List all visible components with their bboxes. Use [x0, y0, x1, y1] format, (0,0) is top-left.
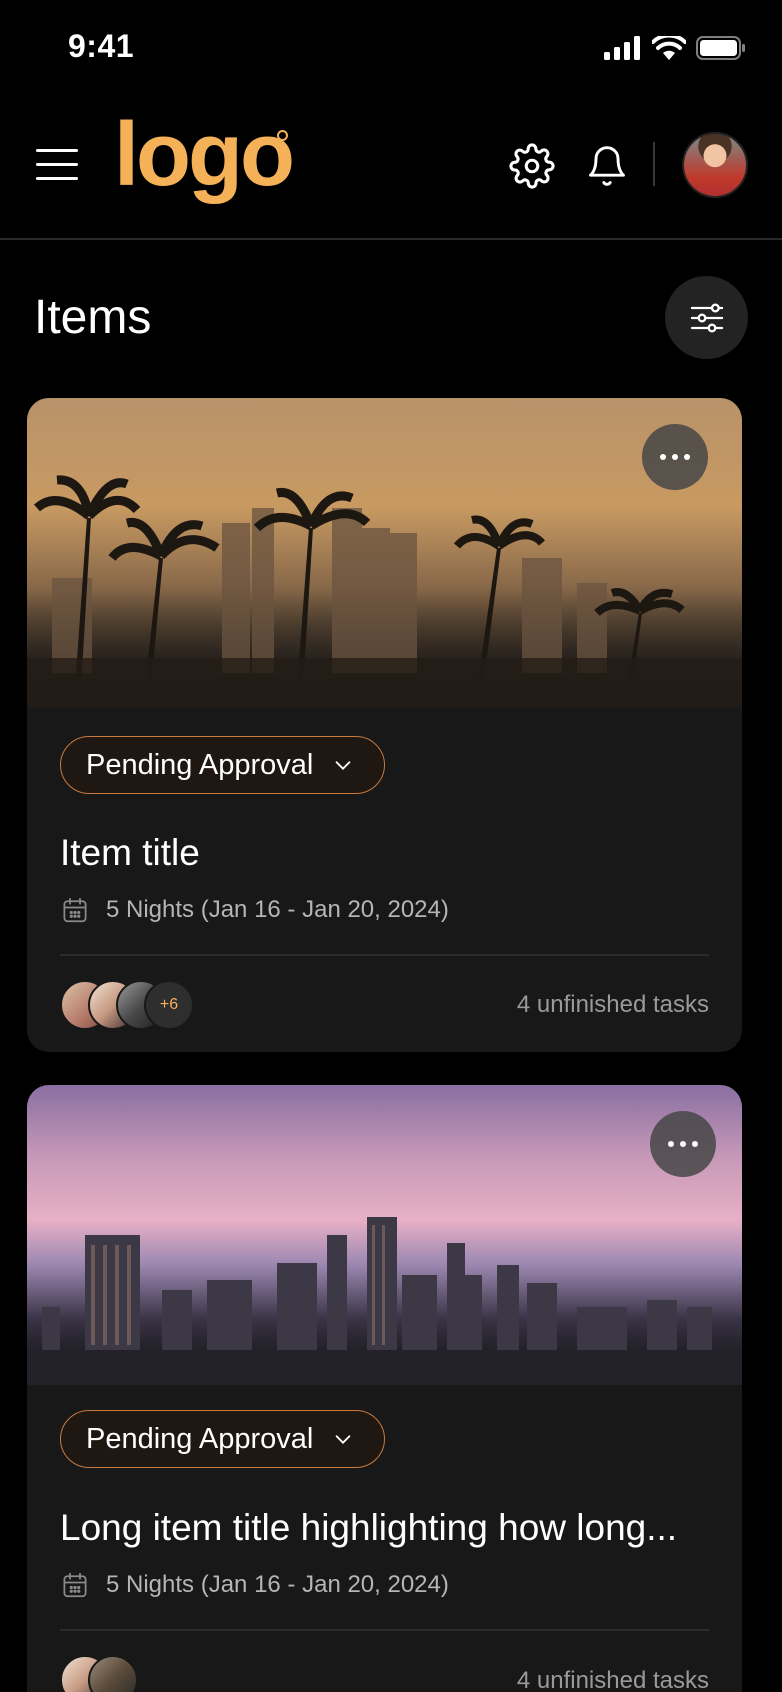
- sliders-icon: [690, 303, 723, 332]
- page-title: Items: [34, 291, 152, 344]
- notifications-button[interactable]: [582, 141, 632, 191]
- card-title[interactable]: Long item title highlighting how long...: [60, 1507, 677, 1549]
- app-header: logo: [0, 96, 782, 240]
- logo[interactable]: logo: [114, 110, 295, 200]
- chevron-down-icon: [335, 1435, 351, 1444]
- card-divider: [60, 1629, 709, 1631]
- card-divider: [60, 954, 709, 956]
- status-label: Pending Approval: [86, 748, 314, 781]
- hamburger-menu-icon: [36, 149, 78, 152]
- header-divider: [653, 142, 655, 186]
- member-avatars[interactable]: +6: [60, 980, 194, 1030]
- battery-icon: [696, 36, 745, 60]
- more-options-button[interactable]: [642, 424, 708, 490]
- extra-members-count: +6: [144, 980, 194, 1030]
- gear-icon: [509, 143, 555, 189]
- city-skyline-illustration: [27, 475, 742, 708]
- card-image-miami: [27, 1085, 742, 1385]
- card-image-los-angeles: [27, 398, 742, 708]
- member-avatar: [88, 1655, 138, 1692]
- settings-button[interactable]: [507, 141, 557, 191]
- status-time: 9:41: [68, 28, 135, 64]
- member-avatars[interactable]: [60, 1655, 138, 1692]
- calendar-icon: [63, 897, 87, 923]
- card-title[interactable]: Item title: [60, 832, 200, 874]
- wifi-icon: [652, 36, 686, 60]
- bell-icon: [589, 146, 625, 186]
- card-dates: 5 Nights (Jan 16 - Jan 20, 2024): [60, 895, 449, 925]
- more-options-button[interactable]: [650, 1111, 716, 1177]
- calendar-icon: [63, 1572, 87, 1598]
- status-icons: [604, 36, 746, 60]
- status-dropdown[interactable]: Pending Approval: [60, 1410, 385, 1468]
- status-bar: 9:41: [0, 0, 782, 96]
- user-avatar[interactable]: [682, 132, 748, 198]
- unfinished-tasks[interactable]: 4 unfinished tasks: [517, 991, 709, 1019]
- filter-button[interactable]: [665, 276, 748, 359]
- signal-icon: [604, 36, 640, 60]
- status-label: Pending Approval: [86, 1422, 314, 1455]
- ellipsis-icon: [668, 1141, 674, 1147]
- city-skyline-illustration: [27, 1217, 742, 1385]
- item-card[interactable]: Pending Approval Long item title highlig…: [27, 1085, 742, 1692]
- logo-dot: [277, 130, 288, 141]
- ellipsis-icon: [660, 454, 666, 460]
- status-dropdown[interactable]: Pending Approval: [60, 736, 385, 794]
- card-dates: 5 Nights (Jan 16 - Jan 20, 2024): [60, 1570, 449, 1600]
- chevron-down-icon: [335, 761, 351, 770]
- card-dates-label: 5 Nights (Jan 16 - Jan 20, 2024): [106, 1571, 449, 1598]
- item-card[interactable]: Pending Approval Item title 5 Nights (Ja…: [27, 398, 742, 1052]
- card-dates-label: 5 Nights (Jan 16 - Jan 20, 2024): [106, 896, 449, 923]
- unfinished-tasks[interactable]: 4 unfinished tasks: [517, 1667, 709, 1692]
- menu-button[interactable]: [36, 149, 78, 181]
